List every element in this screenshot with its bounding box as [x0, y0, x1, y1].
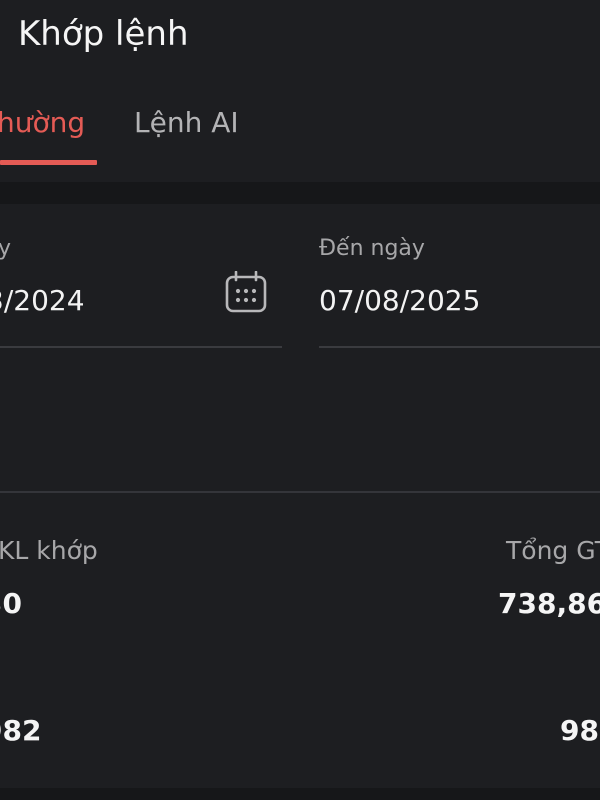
- matched-volume-value: 30: [0, 587, 22, 620]
- total-value-value-2: 981: [560, 714, 600, 747]
- from-date-label: y: [0, 236, 12, 261]
- section-separator: [0, 182, 600, 204]
- total-value-label: Tổng GT: [506, 536, 600, 565]
- matched-volume-label: KL khớp: [0, 536, 98, 565]
- to-date-label: Đến ngày: [319, 236, 425, 261]
- total-value-value: 738,860: [498, 587, 600, 620]
- tab-ai-orders[interactable]: Lệnh AI: [134, 106, 239, 139]
- page-title: Khớp lệnh: [18, 14, 189, 54]
- bottom-separator: [0, 788, 600, 800]
- from-date-field[interactable]: 3/2024: [0, 284, 85, 317]
- content-divider: [0, 491, 600, 493]
- order-match-screen: Khớp lệnh thường Lệnh AI y 3/2024 Đến ng…: [0, 0, 600, 800]
- to-date-underline: [319, 346, 600, 348]
- tab-bar: thường Lệnh AI: [0, 82, 600, 166]
- to-date-field[interactable]: 07/08/2025: [319, 284, 480, 317]
- matched-volume-value-2: 982: [0, 714, 42, 747]
- from-date-underline: [0, 346, 282, 348]
- calendar-icon[interactable]: [224, 270, 268, 315]
- active-tab-indicator: [0, 160, 97, 165]
- tab-normal-orders[interactable]: thường: [0, 106, 85, 139]
- app-header: Khớp lệnh: [0, 0, 600, 82]
